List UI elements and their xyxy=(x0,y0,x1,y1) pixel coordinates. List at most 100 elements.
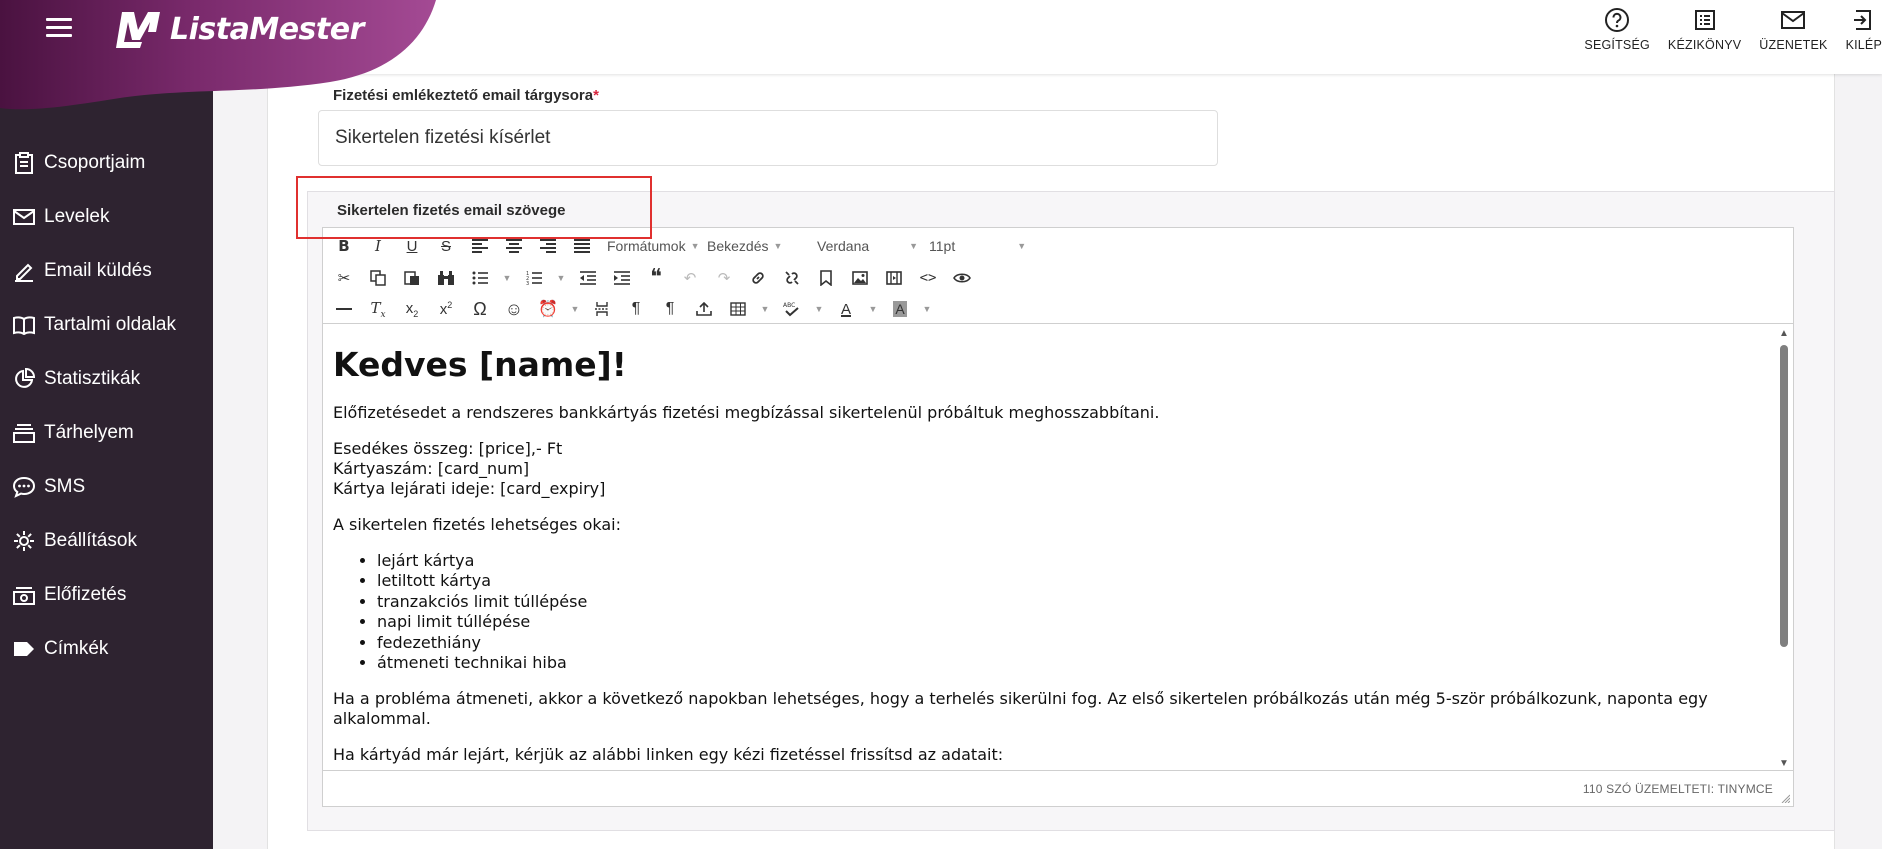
background-color-dropdown[interactable]: ▼ xyxy=(917,295,937,323)
nonbreaking-button[interactable]: ¶ xyxy=(619,295,653,323)
datetime-dropdown[interactable]: ▼ xyxy=(565,295,585,323)
show-blocks-button[interactable]: ¶ xyxy=(653,295,687,323)
unlink-button[interactable] xyxy=(775,264,809,292)
clipboard-icon xyxy=(12,151,36,175)
text-color-icon: A xyxy=(840,300,851,318)
indent-button[interactable] xyxy=(605,264,639,292)
insert-datetime-button[interactable]: ⏰ xyxy=(531,295,565,323)
media-icon xyxy=(886,271,902,285)
amount-line: Esedékes összeg: [price],- Ft xyxy=(333,439,563,458)
sidebar-nav: Csoportjaim Levelek Email küldés Tartalm… xyxy=(0,136,213,676)
logout-button[interactable]: KILÉP xyxy=(1846,6,1882,52)
manual-label: KÉZIKÖNYV xyxy=(1667,38,1742,52)
sidebar-item-beallitasok[interactable]: Beállítások xyxy=(0,514,213,568)
text-color-button[interactable]: A xyxy=(829,295,863,323)
tag-icon xyxy=(12,637,36,661)
sidebar-item-cimkek[interactable]: Címkék xyxy=(0,622,213,676)
numbered-list-button[interactable]: 123 xyxy=(517,264,551,292)
anchor-button[interactable] xyxy=(809,264,843,292)
emoticons-button[interactable]: ☺ xyxy=(497,295,531,323)
font-size-select[interactable]: 11pt ▼ xyxy=(921,232,1031,260)
source-code-button[interactable]: <> xyxy=(911,264,945,292)
top-actions: SEGÍTSÉG KÉZIKÖNYV ÜZENETEK KILÉP xyxy=(1566,6,1882,52)
background-color-button[interactable]: A xyxy=(883,295,917,323)
email-paragraph: Előfizetésedet a rendszeres bankkártyás … xyxy=(333,403,1160,422)
subject-input[interactable] xyxy=(318,110,1218,166)
email-paragraph: Ha kártyád már lejárt, kérjük az alábbi … xyxy=(333,745,1004,765)
subscript-button[interactable]: x2 xyxy=(395,295,429,323)
bullet-list-dropdown[interactable]: ▼ xyxy=(497,264,517,292)
sidebar-item-email-kuldes[interactable]: Email küldés xyxy=(0,244,213,298)
table-button[interactable] xyxy=(721,295,755,323)
sidebar-item-levelek[interactable]: Levelek xyxy=(0,190,213,244)
manual-button[interactable]: KÉZIKÖNYV xyxy=(1668,6,1741,52)
numbered-list-dropdown[interactable]: ▼ xyxy=(551,264,571,292)
sidebar-item-tartalmi-oldalak[interactable]: Tartalmi oldalak xyxy=(0,298,213,352)
bullet-list-button[interactable] xyxy=(463,264,497,292)
page-break-button[interactable] xyxy=(585,295,619,323)
block-select[interactable]: Bekezdés ▼ xyxy=(699,232,809,260)
editor-content[interactable]: Kedves [name]! Előfizetésedet a rendszer… xyxy=(323,325,1773,771)
mail-icon xyxy=(1779,6,1807,34)
outdent-button[interactable] xyxy=(571,264,605,292)
superscript-button[interactable]: x2 xyxy=(429,295,463,323)
card-number-line: Kártyaszám: [card_num] xyxy=(333,459,530,478)
bullet-list-icon xyxy=(472,271,488,285)
sidebar-item-statisztikak[interactable]: Statisztikák xyxy=(0,352,213,406)
sidebar-item-label: Csoportjaim xyxy=(44,152,146,173)
sidebar-item-label: Címkék xyxy=(44,638,109,659)
chevron-down-icon: ▼ xyxy=(868,304,878,314)
editor-scrollbar[interactable]: ▲ ▼ xyxy=(1777,327,1791,771)
horizontal-line-button[interactable] xyxy=(327,295,361,323)
formats-select-value: Formátumok xyxy=(607,238,686,254)
sidebar-item-csoportjaim[interactable]: Csoportjaim xyxy=(0,136,213,190)
undo-icon: ↶ xyxy=(683,270,697,287)
redo-button[interactable]: ↷ xyxy=(707,264,741,292)
numbered-list-icon: 123 xyxy=(526,271,542,285)
spellcheck-dropdown[interactable]: ▼ xyxy=(809,295,829,323)
email-paragraph: Ha a probléma átmeneti, akkor a következ… xyxy=(333,689,1708,729)
sidebar-item-tarhelyem[interactable]: Tárhelyem xyxy=(0,406,213,460)
resize-grip-icon[interactable] xyxy=(1780,793,1790,803)
chevron-down-icon: ▼ xyxy=(556,273,566,283)
insert-link-button[interactable] xyxy=(741,264,775,292)
align-justify-icon xyxy=(574,239,590,253)
menu-toggle-button[interactable] xyxy=(46,18,72,40)
paste-button[interactable] xyxy=(395,264,429,292)
sidebar-item-label: Tartalmi oldalak xyxy=(44,314,176,335)
upload-button[interactable] xyxy=(687,295,721,323)
pie-chart-icon xyxy=(12,367,36,391)
insert-media-button[interactable] xyxy=(877,264,911,292)
clear-formatting-button[interactable]: Tx xyxy=(361,295,395,323)
eye-icon xyxy=(953,273,971,283)
text-color-dropdown[interactable]: ▼ xyxy=(863,295,883,323)
copy-button[interactable] xyxy=(361,264,395,292)
scrollbar-thumb[interactable] xyxy=(1780,345,1788,647)
list-item: tranzakciós limit túllépése xyxy=(377,592,1763,612)
blockquote-button[interactable]: ❝ xyxy=(639,264,673,292)
alarm-clock-icon: ⏰ xyxy=(538,301,558,318)
undo-button[interactable]: ↶ xyxy=(673,264,707,292)
chevron-down-icon: ▼ xyxy=(773,241,783,251)
sidebar-item-sms[interactable]: SMS xyxy=(0,460,213,514)
rich-text-editor: B I U S Formátumok ▼ Bekezdés ▼ Verdana ▼ 1… xyxy=(322,227,1794,807)
insert-image-button[interactable] xyxy=(843,264,877,292)
cut-button[interactable]: ✂ xyxy=(327,264,361,292)
brand-logo[interactable]: ListaMester xyxy=(112,8,364,50)
font-select[interactable]: Verdana ▼ xyxy=(809,232,921,260)
help-button[interactable]: SEGÍTSÉG xyxy=(1584,6,1650,52)
table-dropdown[interactable]: ▼ xyxy=(755,295,775,323)
spellcheck-button[interactable]: ABC xyxy=(775,295,809,323)
spellcheck-icon: ABC xyxy=(783,302,799,317)
special-char-button[interactable]: Ω xyxy=(463,295,497,323)
hamburger-line xyxy=(46,26,72,29)
preview-button[interactable] xyxy=(945,264,979,292)
logout-label: KILÉP xyxy=(1845,38,1882,52)
scroll-up-icon[interactable]: ▲ xyxy=(1778,329,1790,339)
sidebar-item-elofizetes[interactable]: Előfizetés xyxy=(0,568,213,622)
chevron-down-icon: ▼ xyxy=(814,304,824,314)
find-replace-button[interactable] xyxy=(429,264,463,292)
scroll-down-icon[interactable]: ▼ xyxy=(1778,759,1790,769)
email-greeting: Kedves [name]! xyxy=(333,345,627,384)
messages-button[interactable]: ÜZENETEK xyxy=(1759,6,1827,52)
